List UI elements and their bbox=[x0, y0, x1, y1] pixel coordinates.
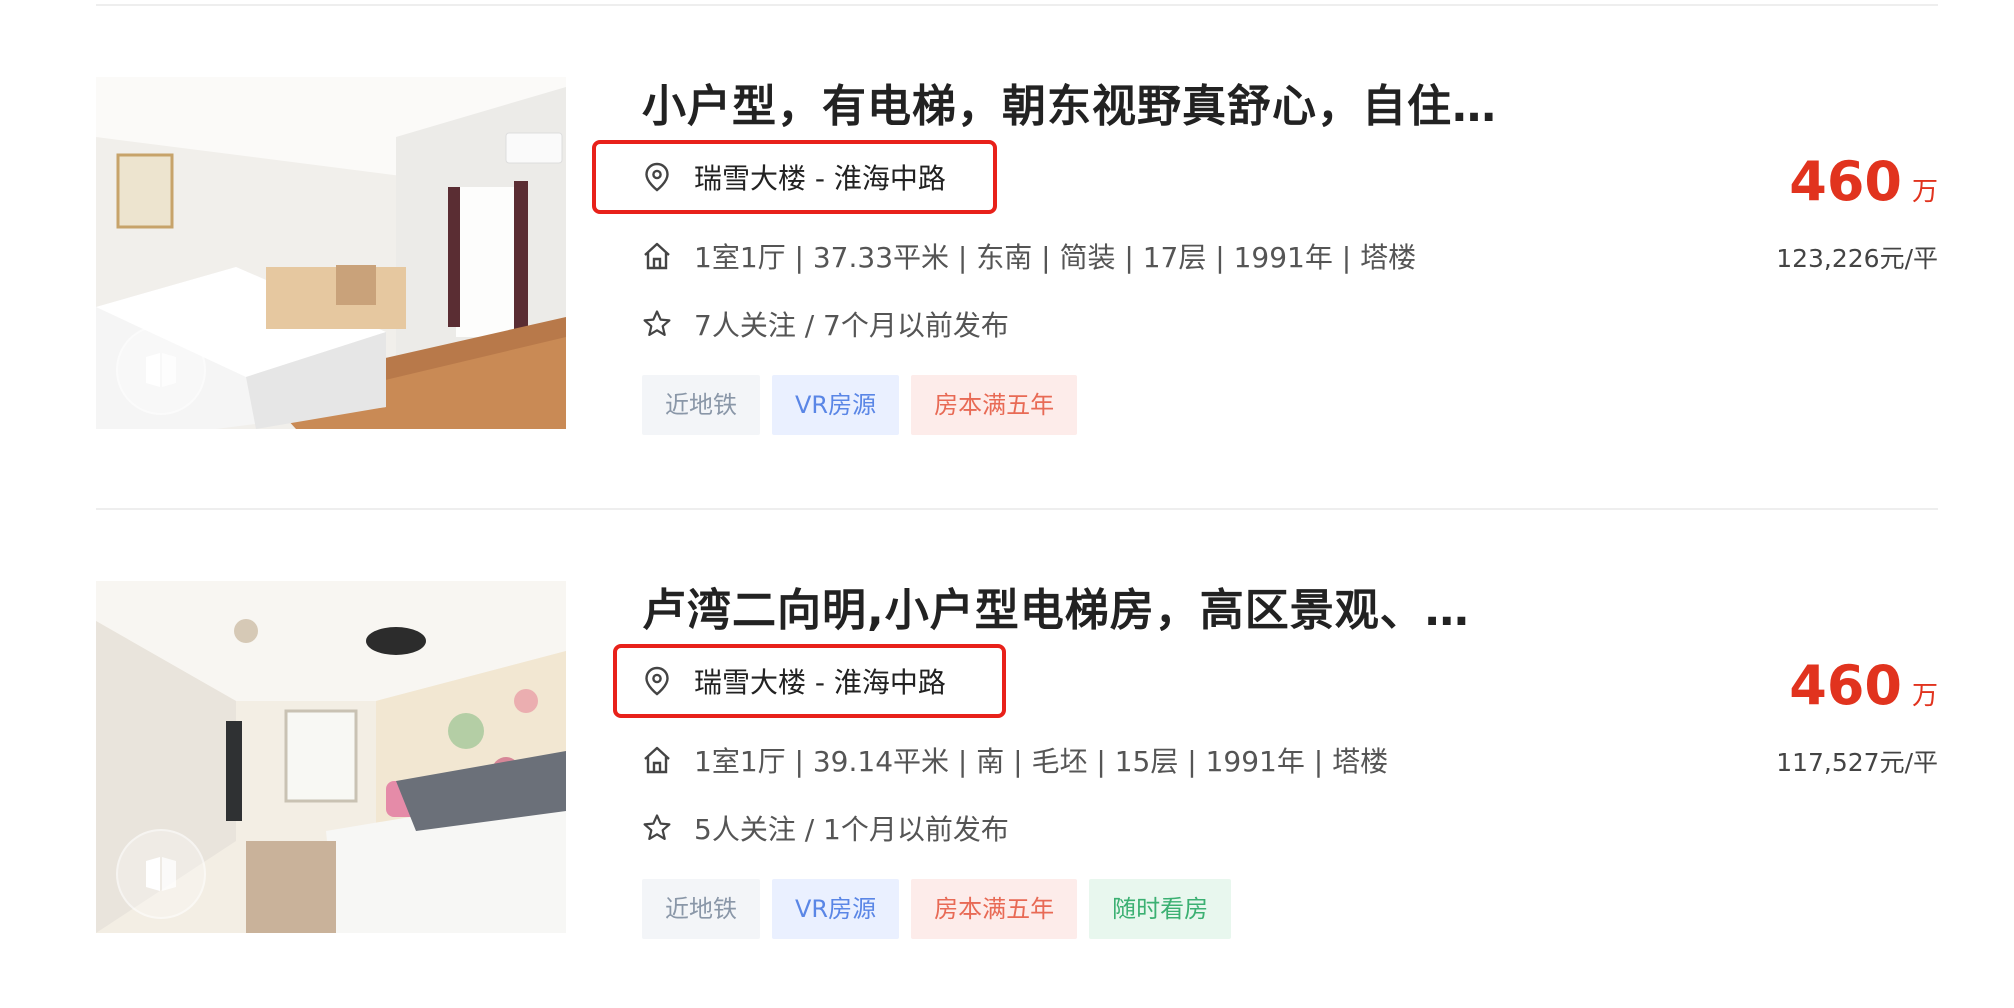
follow-info-text: 5人关注 / 1个月以前发布 bbox=[694, 813, 1009, 846]
listing-item[interactable]: 小户型，有电梯，朝东视野真舒心，自住… 瑞雪大楼 - 淮海中路 1室1厅 | 3… bbox=[0, 0, 2014, 504]
total-price: 460 万 bbox=[1789, 654, 1938, 717]
listing-title[interactable]: 小户型，有电梯，朝东视野真舒心，自住… bbox=[642, 70, 1497, 134]
unit-price: 123,226元/平 bbox=[1776, 244, 1938, 273]
total-price-value: 460 bbox=[1789, 654, 1902, 717]
tag-five-years: 房本满五年 bbox=[911, 375, 1078, 435]
tag-view-anytime: 随时看房 bbox=[1089, 879, 1232, 939]
star-icon bbox=[642, 813, 672, 843]
vr-badge-icon[interactable] bbox=[116, 829, 206, 919]
tag-list: 近地铁 VR房源 房本满五年 随时看房 bbox=[642, 879, 1232, 939]
listing-item[interactable]: 卢湾二向明,小户型电梯房，高区景观、… 瑞雪大楼 - 淮海中路 1室1厅 | 3… bbox=[0, 504, 2014, 1008]
house-info-text: 1室1厅 | 39.14平米 | 南 | 毛坯 | 15层 | 1991年 | … bbox=[694, 745, 1389, 778]
highlight-box bbox=[613, 644, 1006, 718]
star-icon bbox=[642, 309, 672, 339]
listing-photo[interactable] bbox=[96, 77, 566, 429]
highlight-box bbox=[592, 140, 997, 214]
house-info-row: 1室1厅 | 37.33平米 | 东南 | 简装 | 17层 | 1991年 |… bbox=[642, 236, 1416, 276]
listing-title[interactable]: 卢湾二向明,小户型电梯房，高区景观、… bbox=[642, 574, 1470, 638]
tag-near-subway: 近地铁 bbox=[642, 879, 760, 939]
follow-info-text: 7人关注 / 7个月以前发布 bbox=[694, 309, 1009, 342]
total-price-value: 460 bbox=[1789, 150, 1902, 213]
tag-near-subway: 近地铁 bbox=[642, 375, 760, 435]
unit-price: 117,527元/平 bbox=[1776, 748, 1938, 777]
tag-five-years: 房本满五年 bbox=[911, 879, 1078, 939]
follow-info-row: 7人关注 / 7个月以前发布 bbox=[642, 304, 1009, 344]
total-price: 460 万 bbox=[1789, 150, 1938, 213]
tag-list: 近地铁 VR房源 房本满五年 bbox=[642, 375, 1078, 435]
tag-vr-listing: VR房源 bbox=[772, 879, 900, 939]
total-price-unit: 万 bbox=[1911, 681, 1938, 711]
house-info-row: 1室1厅 | 39.14平米 | 南 | 毛坯 | 15层 | 1991年 | … bbox=[642, 740, 1388, 780]
house-icon bbox=[642, 241, 672, 271]
house-icon bbox=[642, 745, 672, 775]
listing-photo[interactable] bbox=[96, 581, 566, 933]
total-price-unit: 万 bbox=[1911, 177, 1938, 207]
follow-info-row: 5人关注 / 1个月以前发布 bbox=[642, 808, 1009, 848]
house-info-text: 1室1厅 | 37.33平米 | 东南 | 简装 | 17层 | 1991年 |… bbox=[694, 241, 1417, 274]
tag-vr-listing: VR房源 bbox=[772, 375, 900, 435]
vr-badge-icon[interactable] bbox=[116, 325, 206, 415]
